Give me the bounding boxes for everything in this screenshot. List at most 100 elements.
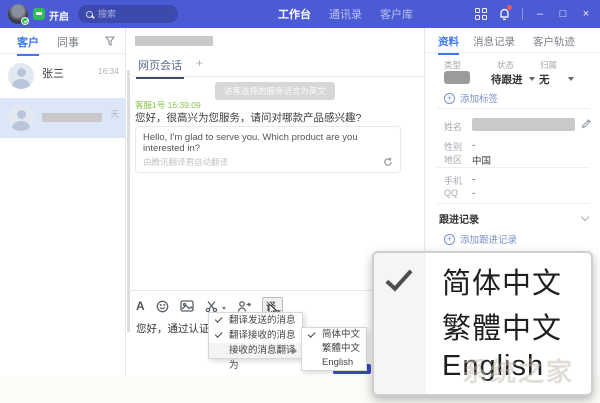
tab-contacts[interactable]: 通讯录	[329, 6, 362, 22]
retranslate-icon[interactable]	[383, 157, 393, 167]
new-session-tab[interactable]: +	[196, 56, 203, 70]
message-sender: 客服1号	[135, 100, 165, 110]
translated-text: Hello, I'm glad to serve you. Which prod…	[143, 132, 393, 154]
panel-tabbar: 资料 消息记录 客户轨迹	[425, 28, 600, 53]
tab-customers[interactable]: 客户	[17, 34, 39, 50]
notifications-bell-icon[interactable]	[498, 7, 511, 21]
contact-row[interactable]: 张三 16:34	[0, 56, 126, 96]
search-icon	[86, 11, 93, 18]
owner-value[interactable]: 无	[539, 72, 550, 87]
add-followup-label: 添加跟进记录	[460, 232, 517, 246]
language-submenu: 简体中文 繁體中文 English	[301, 327, 367, 371]
contact-row-selected[interactable]: 天	[0, 98, 126, 138]
add-tag-label: 添加标签	[460, 91, 498, 105]
screenshot-scissors-icon[interactable]	[205, 300, 218, 313]
submenu-item-simplified[interactable]: 简体中文	[302, 328, 366, 342]
menu-item-translate-received[interactable]: 翻译接收的消息	[209, 328, 302, 343]
field-label-type: 类型	[444, 59, 461, 71]
add-tag-button[interactable]: + 添加标签	[444, 91, 498, 105]
tab-customer-trace[interactable]: 客户轨迹	[533, 34, 575, 49]
contact-name: 张三	[42, 65, 64, 81]
submenu-item-label: English	[322, 357, 353, 368]
main-nav: 工作台 通讯录 客户库	[278, 0, 413, 28]
popup-item-simplified[interactable]: 简体中文	[442, 260, 562, 302]
check-icon	[215, 315, 222, 322]
submenu-item-label: 简体中文	[322, 329, 360, 340]
followup-section-title: 跟进记录	[439, 211, 479, 226]
transfer-chat-icon[interactable]	[237, 300, 251, 313]
apps-grid-icon[interactable]	[475, 8, 487, 20]
redacted-visitor-name	[135, 36, 213, 46]
message-time: 16:39:09	[168, 100, 201, 110]
online-status-icon	[21, 17, 29, 25]
redacted-contact-name	[42, 113, 102, 122]
tab-message-history[interactable]: 消息记录	[473, 34, 515, 49]
qq-value: -	[472, 188, 475, 199]
close-button[interactable]: ×	[580, 0, 592, 28]
minimize-button[interactable]: –	[534, 0, 546, 28]
notification-badge	[507, 5, 512, 10]
check-icon	[308, 330, 315, 337]
field-label-mobile: 手机	[444, 174, 462, 187]
sidebar-tabs: 客户 同事	[0, 28, 125, 54]
submenu-item-traditional[interactable]: 繁體中文	[302, 342, 366, 356]
field-label-gender: 性别	[444, 140, 462, 153]
plus-icon: +	[444, 234, 455, 245]
site-watermark: 系统之家	[462, 352, 574, 389]
mobile-value: -	[472, 174, 475, 185]
status-value[interactable]: 待跟进	[491, 72, 523, 87]
region-value: 中国	[472, 153, 491, 167]
translation-card: Hello, I'm glad to serve you. Which prod…	[135, 126, 401, 173]
owner-dropdown-caret[interactable]	[568, 77, 574, 81]
menu-item-label: 翻译发送的消息	[229, 315, 296, 326]
redacted-name-value	[472, 118, 575, 131]
toolbar-divider	[522, 8, 523, 20]
field-label-status: 状态	[497, 59, 514, 71]
chevron-down-icon[interactable]	[581, 213, 589, 221]
title-bar: 开启 工作台 通讯录 客户库 – □ ×	[0, 0, 600, 28]
contact-time: 天	[110, 108, 119, 120]
tab-colleagues[interactable]: 同事	[57, 34, 79, 50]
panel-divider	[437, 108, 590, 109]
status-label[interactable]: 开启	[49, 8, 69, 23]
contact-time: 16:34	[98, 66, 119, 76]
edit-pencil-icon[interactable]	[581, 118, 592, 129]
field-label-name: 姓名	[444, 120, 462, 133]
tab-workbench[interactable]: 工作台	[278, 6, 311, 22]
menu-item-label: 翻译接收的消息	[229, 330, 296, 341]
system-notice: 访客选择的服务语言为英文	[215, 82, 335, 100]
maximize-button[interactable]: □	[557, 0, 569, 28]
tab-customer-library[interactable]: 客户库	[380, 6, 413, 22]
popup-item-traditional[interactable]: 繁體中文	[442, 305, 562, 347]
field-label-owner: 归属	[540, 59, 557, 71]
translation-note: 由腾讯翻译君自动翻译	[143, 156, 228, 168]
contact-avatar	[8, 105, 34, 131]
font-tool-icon[interactable]: A	[136, 300, 145, 312]
submenu-item-english[interactable]: English	[302, 356, 366, 370]
redacted-type-value	[444, 71, 470, 84]
status-toggle-icon[interactable]	[33, 8, 45, 20]
panel-divider	[437, 167, 590, 168]
tab-web-session[interactable]: 网页会话	[138, 57, 182, 73]
search-input[interactable]	[98, 9, 168, 19]
field-label-region: 地区	[444, 153, 462, 166]
emoji-icon[interactable]	[156, 300, 169, 313]
session-tabbar: 网页会话 +	[126, 52, 425, 77]
message-text: 您好，很高兴为您服务，请问对哪款产品感兴趣?	[135, 110, 361, 125]
image-icon[interactable]	[180, 300, 194, 312]
translate-context-menu: 翻译发送的消息 翻译接收的消息 接收的消息翻译为	[208, 312, 303, 359]
field-label-qq: QQ	[444, 188, 458, 198]
menu-item-translate-sent[interactable]: 翻译发送的消息	[209, 313, 302, 328]
tab-profile[interactable]: 资料	[438, 34, 459, 49]
panel-divider	[437, 203, 590, 204]
screenshot-stage: 开启 工作台 通讯录 客户库 – □ ×	[0, 0, 600, 403]
filter-icon[interactable]	[105, 36, 115, 46]
status-dropdown-caret[interactable]	[529, 77, 535, 81]
submenu-arrow-icon	[293, 348, 297, 354]
add-followup-button[interactable]: + 添加跟进记录	[444, 232, 517, 246]
contact-avatar	[8, 63, 34, 89]
screenshot-dropdown-caret[interactable]	[222, 307, 226, 310]
search-box[interactable]	[78, 5, 178, 23]
menu-item-translate-to[interactable]: 接收的消息翻译为	[209, 343, 302, 358]
submenu-item-label: 繁體中文	[322, 343, 360, 354]
